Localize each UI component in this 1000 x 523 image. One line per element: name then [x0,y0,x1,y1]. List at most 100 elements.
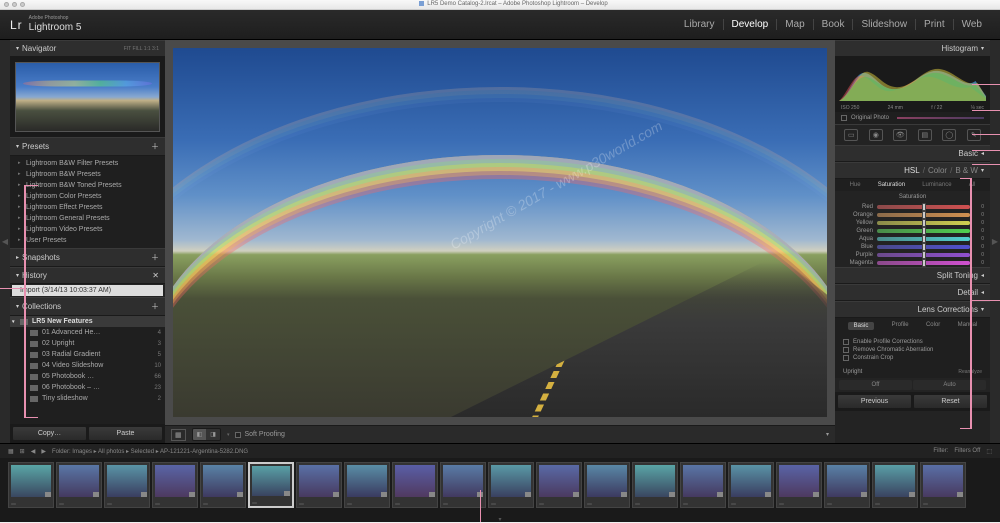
filmstrip-thumb[interactable]: ••••• [776,462,822,508]
spot-tool-icon[interactable]: ◉ [869,129,883,141]
filters-off[interactable]: Filters Off [954,448,980,455]
lens-tab-manual[interactable]: Manual [958,322,978,330]
snapshots-header[interactable]: ▸Snapshots＋ [10,248,165,267]
saturation-slider-green[interactable]: Green0 [835,227,990,235]
filmstrip-thumb[interactable]: ••••• [8,462,54,508]
preset-folder[interactable]: Lightroom B&W Toned Presets [10,180,165,191]
preset-folder[interactable]: Lightroom Effect Presets [10,202,165,213]
preset-folder[interactable]: Lightroom B&W Presets [10,169,165,180]
navigator-header[interactable]: ▾Navigator FIT FILL 1:1 3:1 [10,40,165,57]
copy-button[interactable]: Copy… [12,426,87,441]
histogram[interactable]: ISO 250 24 mm f / 22 ⅛ sec [835,57,990,112]
previous-button[interactable]: Previous [837,394,912,409]
filmstrip-thumb[interactable]: ••••• [488,462,534,508]
filmstrip-thumb[interactable]: ••••• [296,462,342,508]
preset-folder[interactable]: Lightroom General Presets [10,213,165,224]
hsl-tab-all[interactable]: All [969,182,976,188]
reset-button[interactable]: Reset [913,394,988,409]
filmstrip-thumb[interactable]: ••••• [536,462,582,508]
lens-tab-color[interactable]: Color [926,322,940,330]
history-item[interactable]: Import (3/14/13 10:03:37 AM) [12,285,163,296]
radial-filter-icon[interactable]: ◯ [942,129,956,141]
lens-option-checkbox[interactable]: Enable Profile Corrections [843,338,982,346]
module-print[interactable]: Print [916,19,954,30]
saturation-slider-yellow[interactable]: Yellow0 [835,219,990,227]
histogram-header[interactable]: Histogram▾ [835,40,990,57]
right-panel-toggle[interactable]: ▶ [990,40,1000,443]
forward-icon[interactable]: ▶ [41,448,46,455]
paste-button[interactable]: Paste [88,426,163,441]
filmstrip-thumb[interactable]: ••••• [248,462,294,508]
collection-item[interactable]: 06 Photobook – …23 [10,382,165,393]
minimize-window-button[interactable] [12,2,17,7]
navigator-preview[interactable] [10,57,165,137]
upright-auto[interactable]: Auto [913,380,986,390]
filmstrip-thumb[interactable]: ••••• [200,462,246,508]
module-slideshow[interactable]: Slideshow [853,19,916,30]
split-toning-header[interactable]: Split Toning◂ [835,267,990,284]
hsl-tab-saturation[interactable]: Saturation [878,182,905,188]
toolbar-menu-icon[interactable]: ▾ [826,431,829,438]
soft-proofing-checkbox[interactable]: Soft Proofing [235,431,284,438]
presets-header[interactable]: ▾Presets＋ [10,137,165,156]
zoom-window-button[interactable] [20,2,25,7]
saturation-slider-aqua[interactable]: Aqua0 [835,235,990,243]
preset-folder[interactable]: User Presets [10,235,165,246]
lens-option-checkbox[interactable]: Remove Chromatic Aberration [843,346,982,354]
filmstrip-path[interactable]: Folder: Images ▸ All photos ▸ Selected ▸… [52,448,927,455]
detail-header[interactable]: Detail◂ [835,284,990,301]
collection-item[interactable]: 01 Advanced He…4 [10,327,165,338]
filmstrip-thumb[interactable]: ••••• [584,462,630,508]
collection-item[interactable]: 05 Photobook …66 [10,371,165,382]
filmstrip-thumb[interactable]: ••••• [632,462,678,508]
saturation-slider-purple[interactable]: Purple0 [835,251,990,259]
history-header[interactable]: ▾History✕ [10,267,165,284]
preset-folder[interactable]: Lightroom Video Presets [10,224,165,235]
left-panel-toggle[interactable]: ◀ [0,40,10,443]
grid-icon[interactable]: ⊞ [20,448,25,455]
redeye-tool-icon[interactable]: 👁 [893,129,907,141]
filmstrip-thumb[interactable]: ••••• [872,462,918,508]
filmstrip[interactable]: ••••••••••••••••••••••••••••••••••••••••… [0,458,1000,516]
filmstrip-thumb[interactable]: ••••• [56,462,102,508]
filmstrip-thumb[interactable]: ••••• [440,462,486,508]
collection-item[interactable]: 04 Video Slideshow10 [10,360,165,371]
saturation-slider-magenta[interactable]: Magenta0 [835,259,990,267]
lens-tab-basic[interactable]: Basic [848,322,875,330]
filmstrip-thumb[interactable]: ••••• [728,462,774,508]
basic-panel-header[interactable]: Basic◂ [835,145,990,162]
module-develop[interactable]: Develop [724,19,778,30]
filmstrip-thumb[interactable]: ••••• [680,462,726,508]
module-web[interactable]: Web [954,19,990,30]
saturation-slider-red[interactable]: Red0 [835,203,990,211]
upright-off[interactable]: Off [839,380,912,390]
before-after-toggle[interactable]: ◧◨ [192,428,221,441]
close-window-button[interactable] [4,2,9,7]
filter-lock-icon[interactable]: ⬚ [986,448,992,455]
filmstrip-thumb[interactable]: ••••• [392,462,438,508]
module-book[interactable]: Book [814,19,854,30]
navigator-zoom-levels[interactable]: FIT FILL 1:1 3:1 [124,46,159,52]
original-photo-row[interactable]: Original Photo [835,112,990,124]
collection-item[interactable]: 02 Upright3 [10,338,165,349]
second-window-icon[interactable]: ▦ [8,448,14,455]
collection-item[interactable]: Tiny slideshow2 [10,393,165,404]
saturation-slider-orange[interactable]: Orange0 [835,211,990,219]
hsl-panel-header[interactable]: HSL/ Color/ B & W ▾ [835,162,990,179]
hsl-tab-luminance[interactable]: Luminance [922,182,951,188]
filmstrip-thumb[interactable]: ••••• [152,462,198,508]
filmstrip-thumb[interactable]: ••••• [344,462,390,508]
brush-tool-icon[interactable]: ✎ [967,129,981,141]
filmstrip-thumb[interactable]: ••••• [104,462,150,508]
collection-set[interactable]: LR5 New Features [10,316,165,327]
back-icon[interactable]: ◀ [31,448,36,455]
filmstrip-thumb[interactable]: ••••• [920,462,966,508]
module-map[interactable]: Map [777,19,813,30]
reanalyze-button[interactable]: Reanalyze [958,369,982,375]
preset-folder[interactable]: Lightroom B&W Filter Presets [10,158,165,169]
loupe-view-icon[interactable]: ▦ [171,429,186,441]
filmstrip-toggle[interactable]: ▾ [0,516,1000,522]
hsl-tab-hue[interactable]: Hue [850,182,861,188]
preset-folder[interactable]: Lightroom Color Presets [10,191,165,202]
grad-filter-icon[interactable]: ▤ [918,129,932,141]
